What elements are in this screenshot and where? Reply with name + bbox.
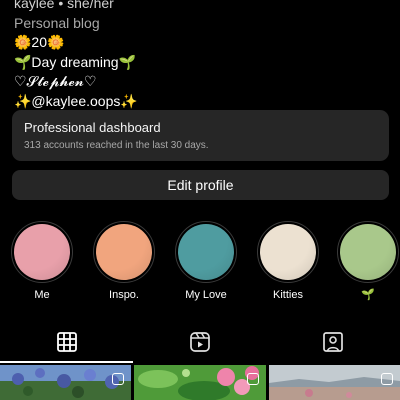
highlight-ring [257,221,319,283]
bio-line: 🌼20🌼 [14,34,65,50]
highlight-label: Inspo. [109,289,139,301]
reels-icon [189,332,210,352]
highlight-label: Kitties [273,289,303,301]
bio-line: 🌱Day dreaming🌱 [14,53,137,70]
multi-photo-icon [247,373,259,385]
highlight-ring [337,221,399,283]
tagged-icon [322,332,343,352]
multi-photo-icon [381,373,393,385]
highlight-label: 🌱 [361,289,375,301]
tab-tagged[interactable] [266,322,399,362]
highlight-cover [14,224,70,280]
posts-grid [0,365,400,400]
dashboard-title: Professional dashboard [24,120,161,135]
professional-dashboard-card[interactable]: Professional dashboard 313 accounts reac… [12,110,389,161]
active-tab-indicator [0,361,133,363]
highlight-cover [178,224,234,280]
highlight-ring [93,221,155,283]
profile-bio: kaylee • she/her Personal blog 🌼20🌼 🌱Day… [14,0,386,111]
highlight-ring [11,221,73,283]
story-highlight[interactable]: Inspo. [92,221,156,302]
post-thumbnail[interactable] [0,365,131,400]
post-thumbnail[interactable] [134,365,266,400]
tab-reels[interactable] [133,322,266,362]
post-thumbnail[interactable] [269,365,400,400]
profile-name-line: kaylee • she/her [14,0,114,11]
profile-category: Personal blog [14,14,100,31]
multi-photo-icon [112,373,124,385]
highlight-ring [175,221,237,283]
dashboard-subtitle: 313 accounts reached in the last 30 days… [24,140,209,151]
highlight-label: Me [34,289,50,301]
story-highlight[interactable]: My Love [174,221,238,302]
grid-icon [56,332,77,352]
bio-line: ♡𝓢𝓽𝓮𝓹𝓱𝓮𝓷♡ [14,73,97,89]
bio-link[interactable]: ✨@kaylee.oops✨ [14,92,386,112]
highlight-cover [340,224,396,280]
story-highlight[interactable]: Me [10,221,74,302]
story-highlight[interactable]: 🌱 [336,221,400,302]
highlight-cover [96,224,152,280]
highlight-cover [260,224,316,280]
highlight-label: My Love [185,289,227,301]
profile-tabs [0,322,400,363]
tab-posts[interactable] [0,322,133,362]
edit-profile-button[interactable]: Edit profile [12,170,389,200]
story-highlight[interactable]: Kitties [256,221,320,302]
